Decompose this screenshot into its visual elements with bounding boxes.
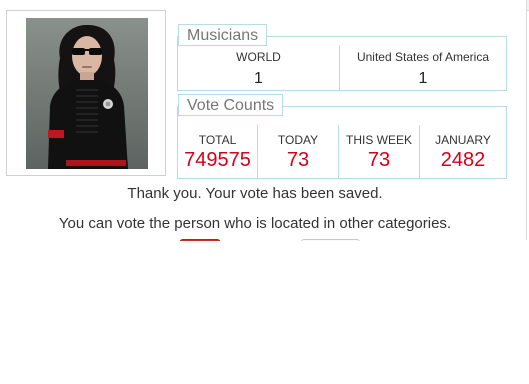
vote-month-cell: JANUARY 2482	[419, 125, 506, 178]
rank-world-cell: WORLD 1	[178, 45, 339, 90]
vote-saved-message: Thank you. Your vote has been saved.	[127, 185, 383, 202]
vote-today-cell: TODAY 73	[257, 125, 338, 178]
vote-total-cell: TOTAL 749575	[178, 125, 257, 178]
profile-photo-frame	[6, 10, 166, 176]
rank-country-value: 1	[418, 70, 428, 87]
rank-country-cell: United States of America 1	[339, 45, 506, 90]
vote-total-label: TOTAL	[198, 133, 237, 147]
musicians-panel: Musicians WORLD 1 United States of Ameri…	[177, 24, 507, 91]
vote-counts-panel: Vote Counts TOTAL 749575 TODAY 73 THIS W…	[177, 94, 507, 179]
vote-month-value: 2482	[440, 149, 486, 171]
vote-today-value: 73	[286, 149, 310, 171]
musicians-panel-title: Musicians	[178, 24, 268, 46]
vote-today-label: TODAY	[277, 133, 319, 147]
vote-week-value: 73	[367, 149, 391, 171]
vote-month-label: JANUARY	[435, 133, 491, 147]
vote-week-cell: THIS WEEK 73	[338, 125, 419, 178]
musician-portrait-image	[26, 18, 148, 169]
vote-week-label: THIS WEEK	[345, 133, 412, 147]
profile-photo	[26, 18, 148, 169]
rank-world-label: WORLD	[236, 50, 281, 64]
rank-world-value: 1	[254, 70, 263, 87]
vote-counts-panel-title: Vote Counts	[178, 94, 284, 116]
blank-area	[0, 241, 529, 384]
vote-total-value: 749575	[184, 149, 251, 171]
vote-other-categories-message: You can vote the person who is located i…	[58, 215, 452, 232]
rank-country-label: United States of America	[356, 50, 490, 64]
